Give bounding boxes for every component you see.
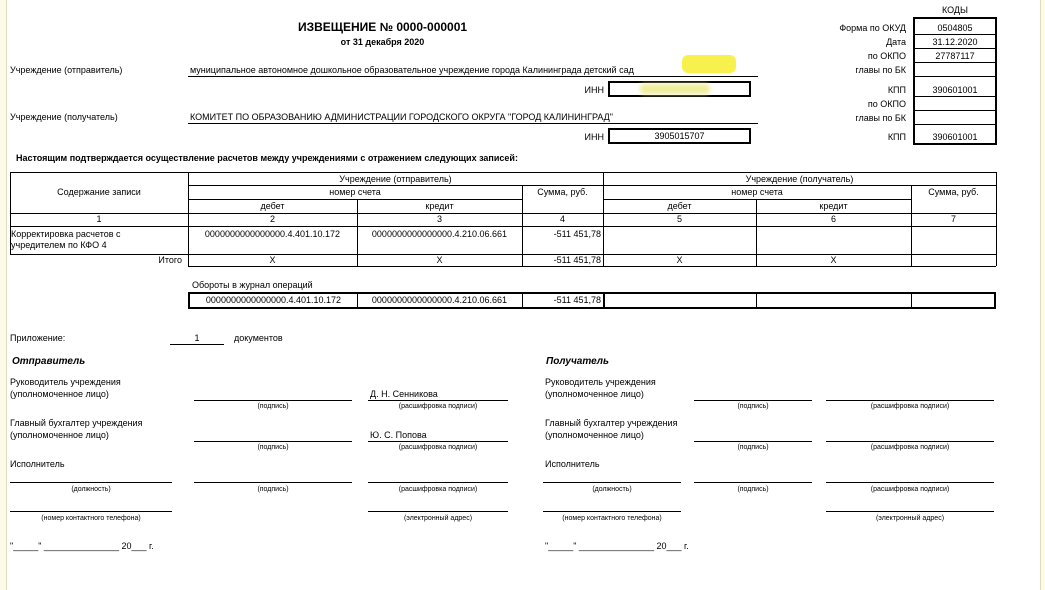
kpp-sender-value: 390601001 — [932, 85, 978, 95]
sender-head-label2: (уполномоченное лицо) — [10, 389, 109, 399]
sheet-edge-right — [1040, 0, 1045, 590]
receiver-account-header: номер счета — [731, 187, 783, 197]
receiver-name: КОМИТЕТ ПО ОБРАЗОВАНИЮ АДМИНИСТРАЦИИ ГОР… — [190, 112, 613, 122]
caption-decode: (расшифровка подписи) — [870, 403, 950, 410]
date-label: Дата — [886, 37, 906, 47]
receiver-inn-value: 3905015707 — [654, 131, 705, 141]
attachment-label: Приложение: — [10, 333, 66, 343]
okud-label: Форма по ОКУД — [839, 23, 906, 33]
confirm-text: Настоящим подтверждается осуществление р… — [16, 153, 518, 163]
turnovers-debit: 0000000000000000.4.401.10.172 — [205, 295, 342, 305]
okpo2-label: по ОКПО — [867, 99, 906, 109]
document-date: от 31 декабря 2020 — [340, 37, 425, 47]
kpp-receiver-label: КПП — [887, 132, 906, 142]
receiver-head-label2: (уполномоченное лицо) — [545, 389, 644, 399]
sender-head-label: Руководитель учреждения — [10, 377, 121, 387]
sender-head-name: Д. Н. Сенникова — [370, 389, 438, 399]
caption-signature: (подпись) — [737, 444, 769, 451]
kpp-receiver-value: 390601001 — [932, 132, 978, 142]
row-sender-debit: 0000000000000000.4.401.10.172 — [204, 229, 341, 239]
col-sender-header: Учреждение (отправитель) — [339, 174, 452, 184]
okpo-value: 27787117 — [935, 51, 975, 61]
total-sender-credit: X — [436, 255, 443, 265]
receiver-debit-header: дебет — [667, 201, 692, 211]
sender-name: муниципальное автономное дошкольное обра… — [190, 65, 634, 75]
caption-decode: (расшифровка подписи) — [398, 403, 478, 410]
receiver-inn-label: ИНН — [584, 132, 604, 142]
caption-signature: (подпись) — [737, 403, 769, 410]
total-sender-sum: -511 451,78 — [553, 255, 601, 265]
sender-debit-header: дебет — [260, 201, 285, 211]
row-content-line1: Корректировка расчетов с — [11, 229, 121, 239]
glavy-label: главы по БК — [855, 65, 906, 75]
sender-acc-label2: (уполномоченное лицо) — [10, 430, 109, 440]
turnovers-sum: -511 451,78 — [553, 295, 601, 305]
receiver-acc-label2: (уполномоченное лицо) — [545, 430, 644, 440]
codes-header: КОДЫ — [941, 5, 968, 15]
col-num-3: 3 — [436, 214, 442, 224]
turnovers-label: Обороты в журнал операций — [192, 280, 313, 290]
col-num-1: 1 — [96, 214, 102, 224]
row-content-line2: учредителем по КФО 4 — [11, 240, 107, 250]
caption-signature: (подпись) — [257, 486, 289, 493]
caption-position: (должность) — [592, 486, 632, 493]
highlight-redaction — [682, 55, 736, 73]
caption-decode: (расшифровка подписи) — [870, 444, 950, 451]
caption-email: (электронный адрес) — [403, 515, 473, 522]
caption-decode: (расшифровка подписи) — [398, 486, 478, 493]
caption-phone: (номер контактного телефона) — [562, 515, 662, 522]
total-receiver-debit: X — [676, 255, 683, 265]
sheet-edge-left — [0, 0, 7, 590]
receiver-sign-title: Получатель — [546, 356, 609, 367]
total-label: Итого — [158, 255, 182, 265]
receiver-exec-label: Исполнитель — [545, 459, 600, 469]
caption-signature: (подпись) — [257, 444, 289, 451]
glavy2-label: главы по БК — [855, 113, 906, 123]
receiver-label: Учреждение (получатель) — [10, 112, 118, 122]
col-num-4: 4 — [559, 214, 565, 224]
date-value: 31.12.2020 — [932, 37, 978, 47]
sender-label: Учреждение (отправитель) — [10, 65, 123, 75]
sender-credit-header: кредит — [425, 201, 454, 211]
inn-redaction — [640, 84, 710, 94]
caption-email: (электронный адрес) — [875, 515, 945, 522]
okud-value: 0504805 — [937, 23, 973, 33]
caption-phone: (номер контактного телефона) — [41, 515, 141, 522]
caption-decode: (расшифровка подписи) — [870, 486, 950, 493]
col-receiver-header: Учреждение (получатель) — [745, 174, 854, 184]
receiver-date-line: "_____" _______________ 20___ г. — [545, 541, 689, 551]
total-sender-debit: X — [269, 255, 276, 265]
col-content-header: Содержание записи — [57, 187, 141, 197]
caption-signature: (подпись) — [737, 486, 769, 493]
receiver-credit-header: кредит — [819, 201, 848, 211]
sender-account-header: номер счета — [329, 187, 381, 197]
attachment-count: 1 — [194, 333, 200, 343]
notice-document: ИЗВЕЩЕНИЕ № 0000-000001 от 31 декабря 20… — [0, 0, 1045, 590]
col-num-2: 2 — [269, 214, 275, 224]
sender-exec-label: Исполнитель — [10, 459, 65, 469]
row-sender-credit: 0000000000000000.4.210.06.661 — [371, 229, 508, 239]
col-num-7: 7 — [950, 214, 956, 224]
sender-date-line: "_____" _______________ 20___ г. — [10, 541, 154, 551]
sender-acc-label: Главный бухгалтер учреждения — [10, 418, 143, 428]
turnovers-credit: 0000000000000000.4.210.06.661 — [371, 295, 508, 305]
receiver-head-label: Руководитель учреждения — [545, 377, 656, 387]
sender-sign-title: Отправитель — [12, 356, 86, 367]
total-receiver-credit: X — [830, 255, 837, 265]
sender-inn-label: ИНН — [584, 85, 604, 95]
col-num-6: 6 — [830, 214, 836, 224]
attachment-unit: документов — [234, 333, 283, 343]
kpp-sender-label: КПП — [887, 85, 906, 95]
caption-decode: (расшифровка подписи) — [398, 444, 478, 451]
sender-sum-header: Сумма, руб. — [537, 187, 588, 197]
caption-signature: (подпись) — [257, 403, 289, 410]
document-title: ИЗВЕЩЕНИЕ № 0000-000001 — [297, 20, 468, 34]
row-sender-sum: -511 451,78 — [553, 229, 601, 239]
col-num-5: 5 — [676, 214, 682, 224]
caption-position: (должность) — [71, 486, 111, 493]
okpo-label: по ОКПО — [867, 51, 906, 61]
receiver-acc-label: Главный бухгалтер учреждения — [545, 418, 678, 428]
sender-acc-name: Ю. С. Попова — [370, 430, 427, 440]
receiver-sum-header: Сумма, руб. — [928, 187, 979, 197]
